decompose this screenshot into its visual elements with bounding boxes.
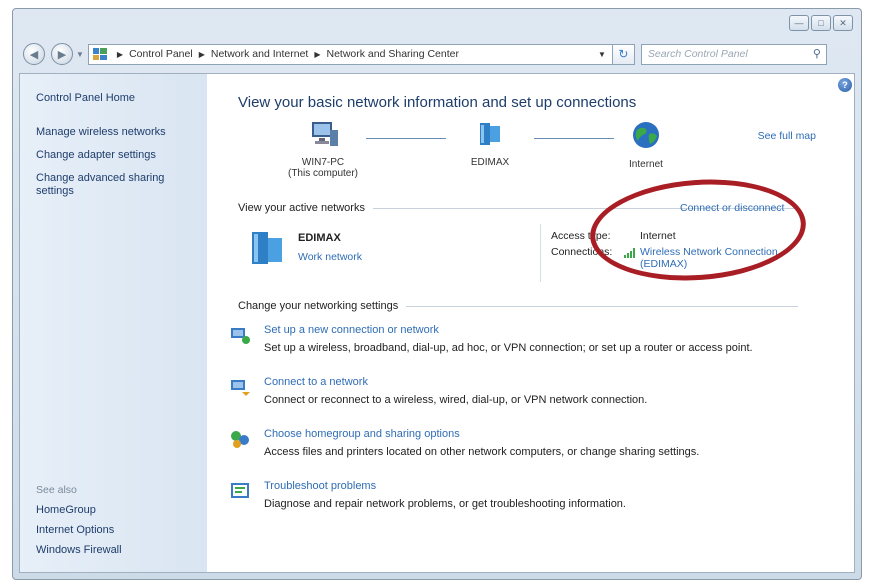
control-panel-icon xyxy=(92,48,107,60)
content-area: Control Panel Home Manage wireless netwo… xyxy=(19,73,855,573)
map-node-name: WIN7-PC xyxy=(301,157,345,168)
search-icon[interactable]: ⚲ xyxy=(813,47,821,60)
map-node-router[interactable]: EDIMAX xyxy=(460,120,520,168)
map-node-internet[interactable]: Internet xyxy=(616,120,676,170)
section-divider xyxy=(406,305,798,307)
breadcrumb-separator-icon[interactable]: ▶ xyxy=(314,50,320,59)
task-description: Set up a wireless, broadband, dial-up, a… xyxy=(264,342,753,354)
connect-network-icon xyxy=(231,380,250,396)
sidebar-item-manage-wireless[interactable]: Manage wireless networks xyxy=(36,126,196,139)
address-dropdown-icon[interactable]: ▼ xyxy=(592,50,612,59)
task-description: Diagnose and repair network problems, or… xyxy=(264,498,626,510)
search-input[interactable]: Search Control Panel ⚲ xyxy=(640,43,827,65)
map-node-name: Internet xyxy=(629,159,663,170)
breadcrumb-network-and-sharing-center[interactable]: Network and Sharing Center xyxy=(326,48,459,60)
sidebar: Control Panel Home Manage wireless netwo… xyxy=(20,74,207,572)
address-bar[interactable]: ▶ Control Panel ▶ Network and Internet ▶… xyxy=(87,43,613,65)
see-also-homegroup[interactable]: HomeGroup xyxy=(36,504,122,516)
task-description: Access files and printers located on oth… xyxy=(264,446,700,458)
task-connect-network: Connect to a network Connect or reconnec… xyxy=(231,376,824,406)
close-icon[interactable]: ✕ xyxy=(833,15,853,31)
main-panel: View your basic network information and … xyxy=(226,74,854,572)
title-bar: — □ ✕ xyxy=(13,9,861,39)
caption-buttons: — □ ✕ xyxy=(789,15,853,31)
task-setup-connection: Set up a new connection or network Set u… xyxy=(231,324,824,354)
map-connection-line xyxy=(534,138,614,139)
globe-icon xyxy=(633,122,659,148)
change-settings-header: Change your networking settings xyxy=(238,300,798,312)
router-icon xyxy=(480,123,500,145)
active-networks-header-text: View your active networks xyxy=(238,202,365,214)
vertical-divider xyxy=(540,224,541,282)
breadcrumb-control-panel[interactable]: Control Panel xyxy=(129,48,193,60)
map-node-computer[interactable]: WIN7-PC (This computer) xyxy=(278,120,368,179)
troubleshoot-icon xyxy=(231,483,249,498)
task-link[interactable]: Set up a new connection or network xyxy=(264,324,824,336)
maximize-icon[interactable]: □ xyxy=(811,15,831,31)
breadcrumb-separator-icon[interactable]: ▶ xyxy=(117,50,123,59)
refresh-icon[interactable]: ↻ xyxy=(612,43,635,65)
navigation-bar: ◀ ▶ ▼ ▶ Control Panel ▶ Network and Inte… xyxy=(13,39,861,69)
task-description: Connect or reconnect to a wireless, wire… xyxy=(264,394,648,406)
see-also-internet-options[interactable]: Internet Options xyxy=(36,524,122,536)
sidebar-item-change-adapter[interactable]: Change adapter settings xyxy=(36,149,196,162)
change-settings-header-text: Change your networking settings xyxy=(238,300,399,312)
map-connection-line xyxy=(366,138,446,139)
breadcrumb-network-and-internet[interactable]: Network and Internet xyxy=(211,48,308,60)
sidebar-item-advanced-sharing[interactable]: Change advanced sharing settings xyxy=(36,172,196,198)
control-panel-home-link[interactable]: Control Panel Home xyxy=(36,92,135,104)
network-building-icon xyxy=(252,232,282,264)
task-link[interactable]: Connect to a network xyxy=(264,376,824,388)
forward-arrow-icon[interactable]: ▶ xyxy=(51,43,73,65)
task-troubleshoot: Troubleshoot problems Diagnose and repai… xyxy=(231,480,824,510)
recent-pages-dropdown-icon[interactable]: ▼ xyxy=(76,50,84,59)
new-connection-icon xyxy=(231,328,250,344)
page-title: View your basic network information and … xyxy=(238,94,637,111)
see-also-windows-firewall[interactable]: Windows Firewall xyxy=(36,544,122,556)
computer-icon xyxy=(312,122,338,146)
breadcrumb-separator-icon[interactable]: ▶ xyxy=(199,50,205,59)
map-node-name: EDIMAX xyxy=(470,157,510,168)
minimize-icon[interactable]: — xyxy=(789,15,809,31)
task-link[interactable]: Choose homegroup and sharing options xyxy=(264,428,824,440)
see-also-section: See also HomeGroup Internet Options Wind… xyxy=(36,484,122,564)
back-arrow-icon[interactable]: ◀ xyxy=(23,43,45,65)
network-name: EDIMAX xyxy=(298,232,341,244)
network-type-link[interactable]: Work network xyxy=(298,251,362,263)
sidebar-tasks: Manage wireless networks Change adapter … xyxy=(36,126,196,208)
see-full-map-link[interactable]: See full map xyxy=(758,130,816,142)
see-also-header: See also xyxy=(36,484,77,496)
search-placeholder: Search Control Panel xyxy=(647,48,748,60)
task-homegroup: Choose homegroup and sharing options Acc… xyxy=(231,428,824,458)
explorer-window: — □ ✕ ◀ ▶ ▼ ▶ Control Panel ▶ Network an… xyxy=(12,8,862,580)
homegroup-icon xyxy=(231,431,249,448)
map-node-sub: (This computer) xyxy=(287,168,358,179)
task-link[interactable]: Troubleshoot problems xyxy=(264,480,824,492)
